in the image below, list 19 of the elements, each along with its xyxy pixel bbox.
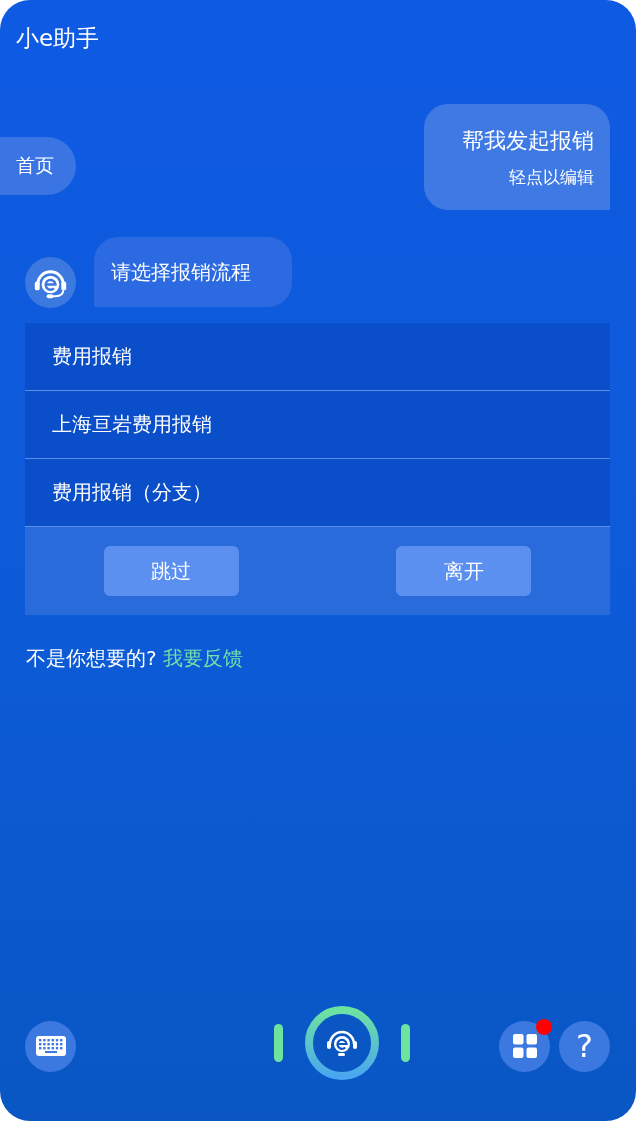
process-option[interactable]: 费用报销（分支） [25, 459, 610, 527]
apps-button[interactable] [499, 1020, 550, 1072]
assistant-avatar-icon [25, 257, 76, 308]
feedback-link[interactable]: 我要反馈 [162, 645, 243, 672]
assistant-message: 请选择报销流程 [94, 237, 292, 307]
user-message-text: 帮我发起报销 [462, 127, 594, 155]
feedback-prompt: 不是你想要的? [26, 645, 157, 672]
action-button[interactable]: 跳过 [103, 546, 239, 596]
user-message-bubble[interactable]: 帮我发起报销 轻点以编辑 [424, 104, 610, 210]
help-button[interactable]: ? [559, 1020, 610, 1072]
process-option[interactable]: 费用报销 [25, 323, 610, 391]
keyboard-icon [35, 1036, 66, 1056]
process-option[interactable]: 上海亘岩费用报销 [25, 391, 610, 459]
window-title: 小e助手 [15, 24, 101, 53]
edit-hint: 轻点以编辑 [509, 166, 594, 189]
keyboard-button[interactable] [25, 1020, 76, 1072]
home-chip[interactable]: 首页 [0, 137, 76, 195]
action-button[interactable]: 离开 [396, 546, 532, 596]
grid-icon [512, 1034, 537, 1058]
